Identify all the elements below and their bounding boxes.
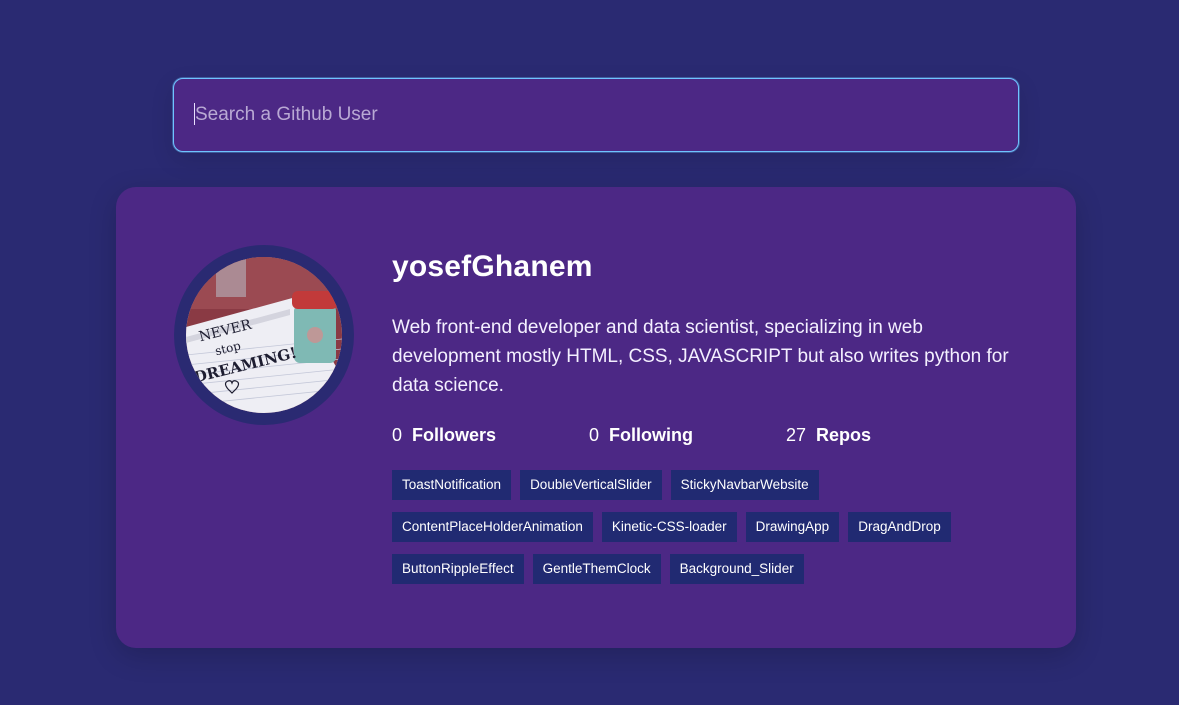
followers-stat: 0 Followers: [392, 425, 589, 446]
repo-list: ToastNotification DoubleVerticalSlider S…: [392, 470, 1032, 596]
repo-link[interactable]: ContentPlaceHolderAnimation: [392, 512, 593, 542]
avatar-image: NEVER stop DREAMING!: [186, 257, 342, 413]
search-input[interactable]: [173, 78, 1019, 152]
repo-link[interactable]: Background_Slider: [669, 554, 804, 584]
repos-stat: 27 Repos: [786, 425, 871, 446]
search-form: [173, 78, 1019, 152]
avatar: NEVER stop DREAMING!: [186, 257, 342, 413]
repo-link[interactable]: DoubleVerticalSlider: [520, 470, 662, 500]
followers-count: 0: [392, 424, 403, 445]
following-label: Following: [609, 424, 693, 445]
avatar-ring: NEVER stop DREAMING!: [174, 245, 354, 425]
text-cursor: [194, 103, 195, 125]
following-count: 0: [589, 424, 600, 445]
user-stats: 0 Followers 0 Following 27 Repos: [392, 422, 1032, 448]
repo-link[interactable]: GentleThemClock: [532, 554, 661, 584]
followers-label: Followers: [412, 424, 497, 445]
repo-link[interactable]: DrawingApp: [745, 512, 840, 542]
user-bio: Web front-end developer and data scienti…: [392, 317, 1009, 396]
repo-link[interactable]: ButtonRippleEffect: [392, 554, 524, 584]
user-card: NEVER stop DREAMING! yosefGhanem Web fro…: [116, 187, 1076, 648]
username: yosefGhanem: [392, 250, 593, 283]
repos-count: 27: [786, 424, 807, 445]
repo-link[interactable]: Kinetic-CSS-loader: [601, 512, 737, 542]
repo-link[interactable]: StickyNavbarWebsite: [670, 470, 819, 500]
following-stat: 0 Following: [589, 425, 786, 446]
repo-link[interactable]: ToastNotification: [392, 470, 512, 500]
repos-label: Repos: [816, 424, 872, 445]
repo-link[interactable]: DragAndDrop: [848, 512, 951, 542]
user-info: yosefGhanem Web front-end developer and …: [392, 247, 1032, 596]
